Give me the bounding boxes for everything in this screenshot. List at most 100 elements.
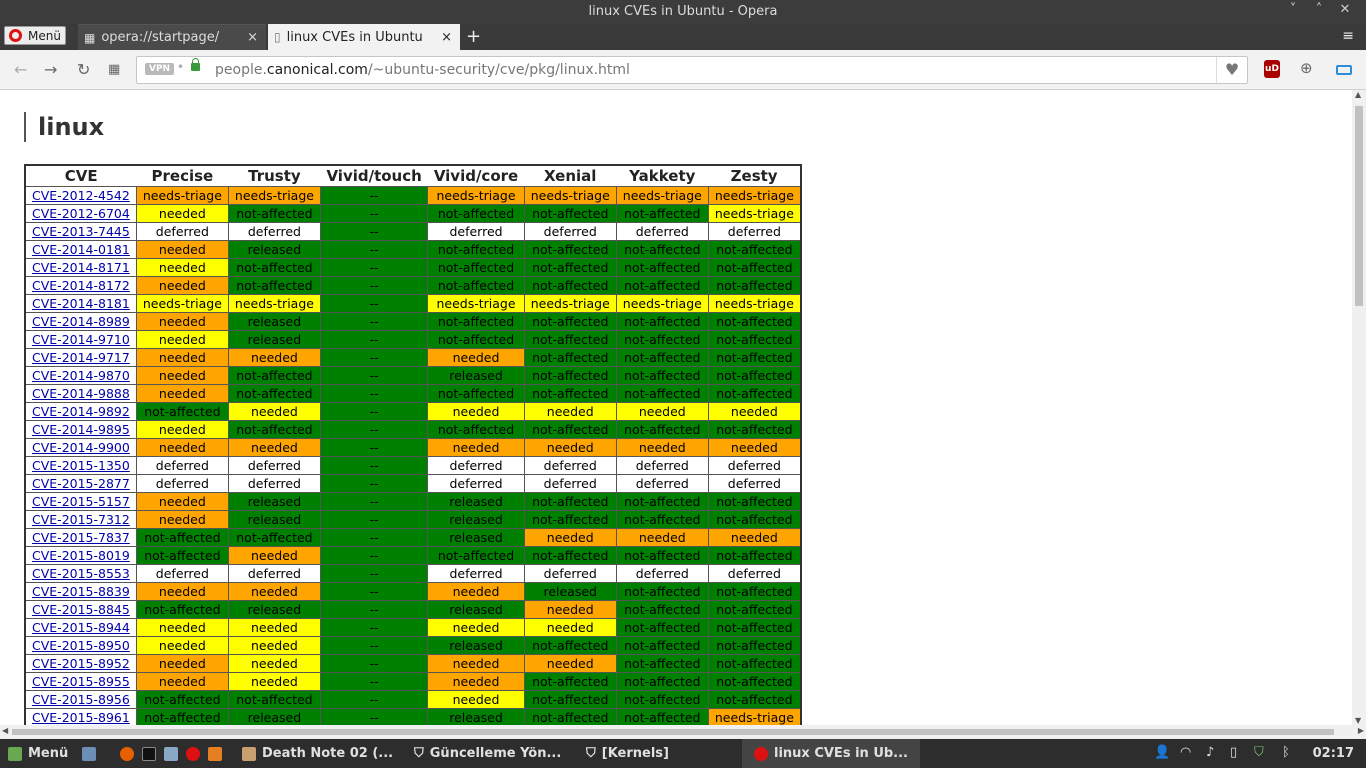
cve-link[interactable]: CVE-2014-8171	[32, 260, 130, 275]
horizontal-scrollbar[interactable]: ◀ ▶	[0, 725, 1366, 739]
cve-cell: CVE-2014-8989	[24, 312, 137, 331]
tab-startpage[interactable]: ▦ opera://startpage/ ×	[78, 24, 266, 50]
shield-check-icon[interactable]: ⛉	[1254, 745, 1264, 760]
tab-menu-icon[interactable]: ≡	[1342, 28, 1354, 44]
cve-link[interactable]: CVE-2014-9870	[32, 368, 130, 383]
cve-link[interactable]: CVE-2015-8019	[32, 548, 130, 563]
cve-link[interactable]: CVE-2013-7445	[32, 224, 130, 239]
close-window-button[interactable]: ✕	[1336, 2, 1354, 17]
volume-icon[interactable]: ♪	[1206, 745, 1214, 760]
cve-link[interactable]: CVE-2014-9888	[32, 386, 130, 401]
back-arrow-icon[interactable]: ←	[14, 60, 27, 79]
status-cell: released	[427, 528, 525, 547]
status-cell: deferred	[615, 564, 709, 583]
forward-arrow-icon[interactable]: →	[44, 60, 57, 79]
cve-link[interactable]: CVE-2014-8181	[32, 296, 130, 311]
scroll-up-icon[interactable]: ▲	[1355, 90, 1361, 99]
show-desktop-icon[interactable]	[82, 747, 96, 761]
status-cell: not-affected	[227, 276, 321, 295]
status-cell: deferred	[227, 222, 321, 241]
opera-icon[interactable]	[186, 747, 200, 761]
cve-link[interactable]: CVE-2014-9710	[32, 332, 130, 347]
cve-link[interactable]: CVE-2015-8944	[32, 620, 130, 635]
wifi-icon[interactable]: ◠	[1180, 745, 1191, 760]
tab-linux-cves[interactable]: ▯ linux CVEs in Ubuntu ×	[268, 24, 460, 50]
cve-link[interactable]: CVE-2015-7312	[32, 512, 130, 527]
scroll-right-icon[interactable]: ▶	[1358, 726, 1364, 735]
lock-icon[interactable]	[191, 58, 200, 71]
task-kernels[interactable]: ⛉ [Kernels]	[586, 746, 669, 761]
status-cell: --	[319, 240, 429, 259]
new-tab-button[interactable]: +	[466, 26, 481, 47]
horizontal-scroll-thumb[interactable]	[12, 729, 1334, 735]
cve-link[interactable]: CVE-2015-8956	[32, 692, 130, 707]
firefox-icon[interactable]	[120, 747, 134, 761]
cve-link[interactable]: CVE-2014-8989	[32, 314, 130, 329]
xampp-icon[interactable]	[208, 747, 222, 761]
reload-icon[interactable]: ↻	[77, 60, 90, 79]
cve-link[interactable]: CVE-2015-2877	[32, 476, 130, 491]
bookmark-heart-icon[interactable]: ♥	[1216, 57, 1247, 83]
task-update-manager[interactable]: ⛉ Güncelleme Yön...	[414, 746, 561, 761]
status-cell: released	[227, 330, 321, 349]
bluetooth-icon[interactable]: ᛒ	[1282, 745, 1290, 760]
mint-logo-icon	[8, 746, 22, 761]
cve-link[interactable]: CVE-2014-9717	[32, 350, 130, 365]
cve-link[interactable]: CVE-2015-1350	[32, 458, 130, 473]
page-icon: ▯	[274, 30, 281, 44]
url-text[interactable]: people.canonical.com/~ubuntu-security/cv…	[215, 62, 630, 78]
cve-link[interactable]: CVE-2014-9895	[32, 422, 130, 437]
downloads-icon[interactable]: ⊕	[1300, 59, 1313, 77]
task-opera-linux-cves[interactable]: linux CVEs in Ub...	[742, 739, 920, 768]
ublock-icon[interactable]: uD	[1264, 60, 1280, 78]
cve-link[interactable]: CVE-2012-4542	[32, 188, 130, 203]
battery-icon[interactable]: ▯	[1230, 745, 1237, 760]
status-cell: needed	[227, 402, 321, 421]
vertical-scroll-thumb[interactable]	[1355, 106, 1363, 306]
column-header: Zesty	[708, 165, 801, 187]
vpn-badge[interactable]: VPN	[145, 63, 175, 75]
cve-link[interactable]: CVE-2015-8955	[32, 674, 130, 689]
task-death-note[interactable]: Death Note 02 (...	[242, 746, 393, 761]
status-cell: released	[227, 312, 321, 331]
status-cell: not-affected	[523, 672, 617, 691]
clock[interactable]: 02:17	[1313, 746, 1354, 761]
vertical-scrollbar[interactable]: ▲ ▼	[1352, 90, 1366, 725]
cve-link[interactable]: CVE-2014-9900	[32, 440, 130, 455]
cve-link[interactable]: CVE-2015-8961	[32, 710, 130, 725]
status-cell: --	[319, 654, 429, 673]
cve-link[interactable]: CVE-2014-0181	[32, 242, 130, 257]
cve-link[interactable]: CVE-2015-7837	[32, 530, 130, 545]
cve-link[interactable]: CVE-2014-9892	[32, 404, 130, 419]
user-icon[interactable]: 👤	[1154, 745, 1170, 760]
battery-saver-icon[interactable]	[1336, 65, 1352, 75]
status-cell: not-affected	[227, 258, 321, 277]
minimize-button[interactable]: ˅	[1284, 2, 1302, 17]
close-tab-icon[interactable]: ×	[441, 30, 452, 45]
status-cell: deferred	[135, 564, 229, 583]
opera-menu-button[interactable]: Menü	[4, 26, 66, 45]
status-cell: deferred	[707, 222, 802, 241]
terminal-icon[interactable]	[142, 747, 156, 761]
restore-button[interactable]: ˄	[1310, 2, 1328, 17]
status-cell: needed	[227, 672, 321, 691]
cve-link[interactable]: CVE-2015-8845	[32, 602, 130, 617]
cve-link[interactable]: CVE-2015-8553	[32, 566, 130, 581]
cve-link[interactable]: CVE-2014-8172	[32, 278, 130, 293]
status-cell: not-affected	[523, 420, 617, 439]
scroll-left-icon[interactable]: ◀	[2, 726, 8, 735]
cve-link[interactable]: CVE-2015-8950	[32, 638, 130, 653]
cve-link[interactable]: CVE-2015-5157	[32, 494, 130, 509]
cve-link[interactable]: CVE-2015-8839	[32, 584, 130, 599]
status-cell: needed	[227, 582, 321, 601]
cve-link[interactable]: CVE-2015-8952	[32, 656, 130, 671]
files-icon[interactable]	[164, 747, 178, 761]
scroll-down-icon[interactable]: ▼	[1355, 716, 1361, 725]
status-cell: not-affected	[227, 366, 321, 385]
start-menu-button[interactable]: Menü	[8, 746, 68, 761]
speed-dial-icon[interactable]: ▦	[108, 62, 120, 77]
status-cell: not-affected	[135, 528, 229, 547]
address-bar[interactable]: VPN • people.canonical.com/~ubuntu-secur…	[136, 56, 1248, 84]
close-tab-icon[interactable]: ×	[247, 30, 258, 45]
cve-link[interactable]: CVE-2012-6704	[32, 206, 130, 221]
